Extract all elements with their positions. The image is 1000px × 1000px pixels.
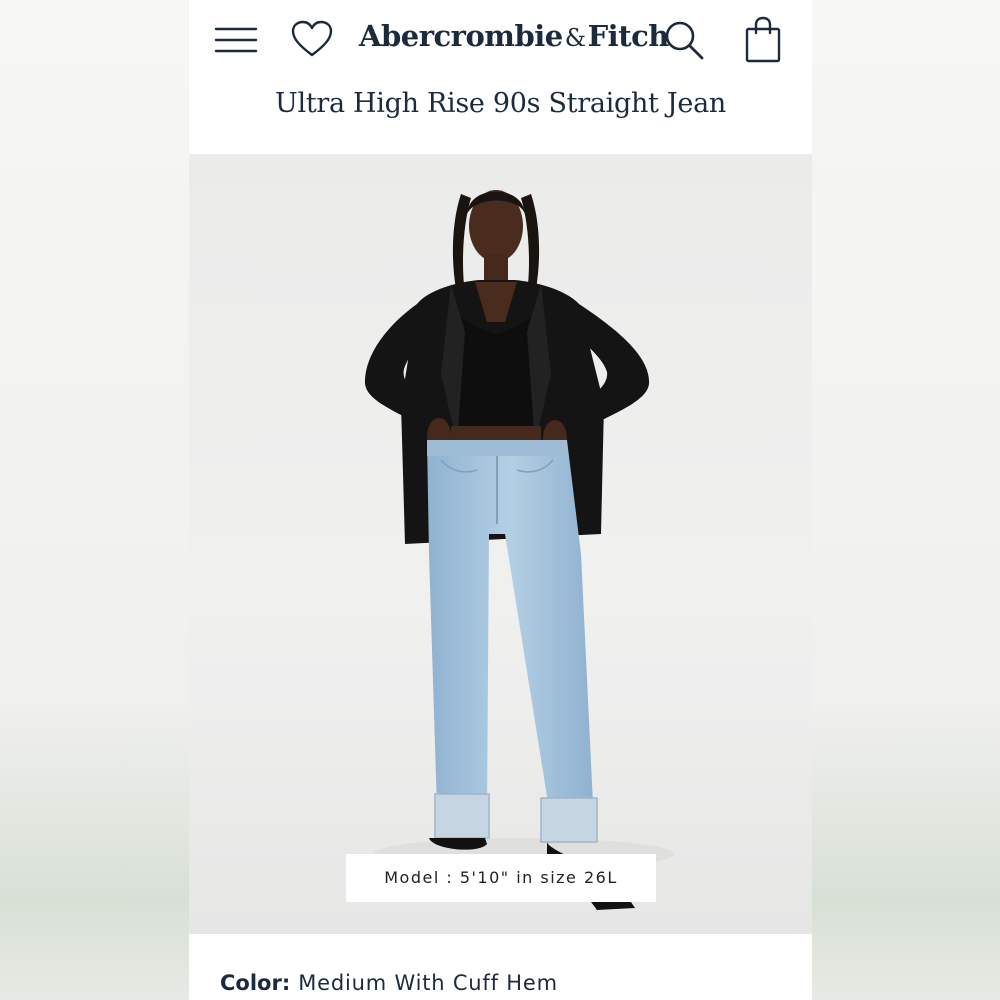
color-selection: Color: Medium With Cuff Hem <box>220 966 558 1000</box>
logo-ampersand: & <box>564 24 586 52</box>
product-image[interactable]: Model : 5'10" in size 26L <box>189 154 812 934</box>
color-value: Medium With Cuff Hem <box>298 971 558 995</box>
color-label: Color: <box>220 971 291 995</box>
model-size-caption: Model : 5'10" in size 26L <box>346 854 656 902</box>
product-page: Abercrombie&Fitch Ultra High Rise 90s St… <box>189 0 812 1000</box>
brand-logo[interactable]: Abercrombie&Fitch <box>359 14 669 58</box>
heart-icon[interactable] <box>290 20 334 60</box>
search-icon[interactable] <box>662 18 706 62</box>
header: Abercrombie&Fitch <box>189 0 812 80</box>
product-title: Ultra High Rise 90s Straight Jean <box>275 88 726 119</box>
right-margin <box>812 0 1000 1000</box>
bag-icon[interactable] <box>741 16 785 64</box>
logo-word-1: Abercrombie <box>359 19 563 53</box>
left-margin <box>0 0 189 1000</box>
menu-icon[interactable] <box>214 20 258 60</box>
logo-word-2: Fitch <box>587 19 670 53</box>
model-photo-illustration <box>189 190 812 934</box>
